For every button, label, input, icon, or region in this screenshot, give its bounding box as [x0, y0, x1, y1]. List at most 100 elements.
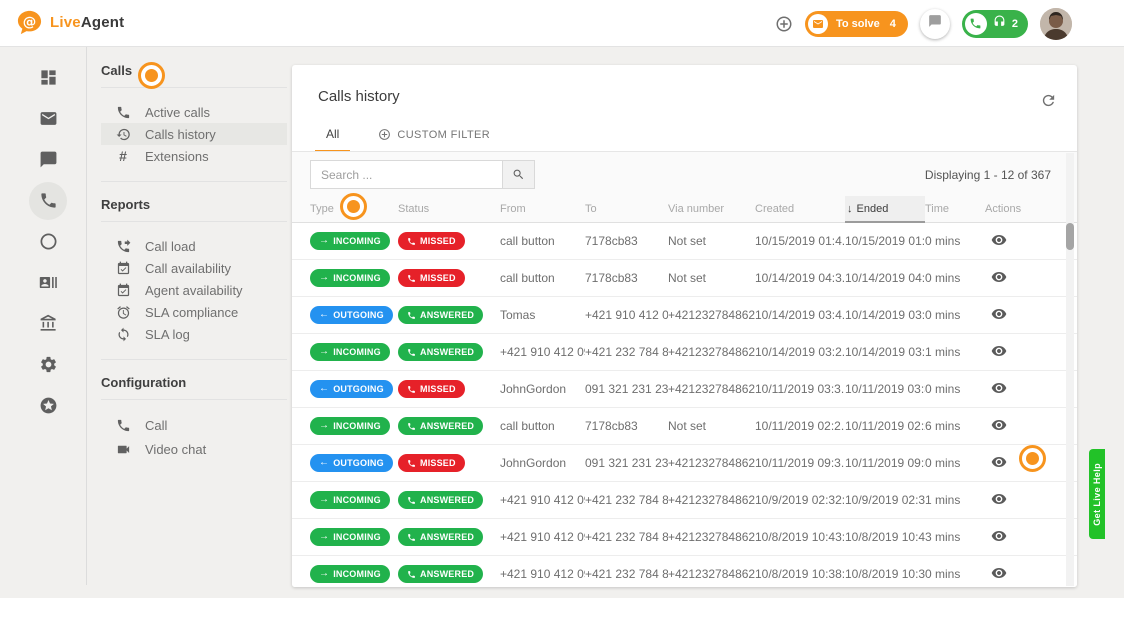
table-row[interactable]: →INCOMINGANSWERED+421 910 412 090+421 23…	[292, 334, 1077, 371]
search-button[interactable]	[503, 160, 535, 189]
active-calls-pill[interactable]: 2	[962, 10, 1028, 38]
cell-ended: 10/14/2019 03:2...	[845, 345, 925, 359]
cell-from: +421 910 412 090	[500, 493, 585, 507]
sidebar-item-label: Call	[145, 418, 167, 433]
chat-bubble-icon	[928, 14, 942, 33]
rail-bank-icon[interactable]	[28, 303, 68, 344]
hash-icon: #	[115, 148, 131, 164]
sidebar-item-call-availability[interactable]: Call availability	[101, 257, 287, 279]
annotation-marker-type-column	[340, 193, 367, 220]
search-input[interactable]	[310, 160, 503, 189]
table-row[interactable]: ←OUTGOINGMISSEDJohnGordon091 321 231 231…	[292, 445, 1077, 482]
rail-contacts-icon[interactable]	[28, 262, 68, 303]
table-row[interactable]: →INCOMINGANSWERED+421 910 412 090+421 23…	[292, 482, 1077, 519]
column-from[interactable]: From	[500, 203, 585, 215]
view-call-eye-icon[interactable]	[991, 533, 1007, 547]
view-call-eye-icon[interactable]	[991, 459, 1007, 473]
user-avatar[interactable]	[1040, 8, 1072, 40]
rail-settings-icon[interactable]	[28, 344, 68, 385]
table-row[interactable]: →INCOMINGMISSEDcall button7178cb83Not se…	[292, 260, 1077, 297]
arrow-left-icon: ←	[319, 310, 329, 320]
view-call-eye-icon[interactable]	[991, 348, 1007, 362]
cell-ended: 10/8/2019 10:47:...	[845, 530, 925, 544]
to-solve-button[interactable]: To solve 4	[805, 11, 908, 37]
sidebar-item-extensions[interactable]: #Extensions	[101, 145, 287, 167]
arrow-right-icon: →	[319, 273, 329, 283]
svg-text:@: @	[23, 14, 37, 30]
column-created[interactable]: Created	[755, 203, 845, 215]
scrollbar-thumb[interactable]	[1066, 223, 1074, 250]
sidebar-item-calls-history[interactable]: Calls history	[101, 123, 287, 145]
phone-icon	[965, 13, 987, 35]
view-call-eye-icon[interactable]	[991, 570, 1007, 584]
cell-from: call button	[500, 271, 585, 285]
sidebar-item-call-load[interactable]: Call load	[101, 235, 287, 257]
rail-dashboard-icon[interactable]	[28, 57, 68, 98]
column-status[interactable]: Status	[398, 203, 500, 215]
view-call-eye-icon[interactable]	[991, 496, 1007, 510]
sidebar-item-sla-compliance[interactable]: SLA compliance	[101, 301, 287, 323]
brand-text: LiveAgent	[50, 14, 124, 31]
videocam-icon	[115, 442, 131, 457]
sidebar-item-video-chat[interactable]: Video chat	[101, 437, 287, 461]
sidebar-item-call[interactable]: Call	[101, 413, 287, 437]
cell-to: +421 232 784 862	[585, 345, 668, 359]
phone-icon	[407, 311, 416, 320]
cell-ended: 10/14/2019 04:3...	[845, 271, 925, 285]
arrow-right-icon: →	[319, 347, 329, 357]
cell-from: Tomas	[500, 308, 585, 322]
answered-badge: ANSWERED	[398, 565, 483, 583]
cell-via-number: +421232784862	[668, 456, 755, 470]
column-ended-sorted[interactable]: ↓Ended	[845, 196, 925, 223]
get-live-help-tab[interactable]: Get Live Help	[1089, 449, 1105, 539]
loop-icon	[115, 327, 131, 342]
view-call-eye-icon[interactable]	[991, 311, 1007, 325]
rail-chat-icon[interactable]	[28, 139, 68, 180]
view-call-eye-icon[interactable]	[991, 385, 1007, 399]
scrollbar-track[interactable]	[1066, 153, 1074, 586]
arrow-right-icon: →	[319, 569, 329, 579]
cell-created: 10/14/2019 03:4...	[755, 308, 845, 322]
table-row[interactable]: →INCOMINGANSWERED+421 910 412 090+421 23…	[292, 519, 1077, 556]
sidebar-heading-configuration: Configuration	[101, 373, 287, 399]
missed-badge: MISSED	[398, 232, 465, 250]
chat-button[interactable]	[920, 9, 950, 39]
table-row[interactable]: →INCOMINGANSWEREDcall button7178cb83Not …	[292, 408, 1077, 445]
headset-icon	[993, 15, 1006, 33]
refresh-icon[interactable]	[1040, 92, 1057, 109]
column-via-number[interactable]: Via number	[668, 203, 755, 215]
column-time[interactable]: Time	[925, 203, 985, 215]
cell-to: +421 232 784 862	[585, 530, 668, 544]
sidebar-item-agent-availability[interactable]: Agent availability	[101, 279, 287, 301]
event-icon	[115, 283, 131, 298]
sidebar-heading-reports: Reports	[101, 195, 287, 221]
cell-via-number: Not set	[668, 234, 755, 248]
sidebar-item-active-calls[interactable]: Active calls	[101, 101, 287, 123]
rail-phone-icon[interactable]	[28, 180, 68, 221]
rail-mail-icon[interactable]	[28, 98, 68, 139]
answered-badge: ANSWERED	[398, 343, 483, 361]
add-circle-icon[interactable]	[775, 15, 793, 33]
search-icon	[512, 168, 525, 181]
annotation-marker-view-action	[1019, 445, 1046, 472]
view-call-eye-icon[interactable]	[991, 237, 1007, 251]
phone-icon	[407, 385, 416, 394]
cell-ended: 10/14/2019 03:4...	[845, 308, 925, 322]
sidebar-item-sla-log[interactable]: SLA log	[101, 323, 287, 345]
table-row[interactable]: ←OUTGOINGMISSEDJohnGordon091 321 231 231…	[292, 371, 1077, 408]
arrow-right-icon: →	[319, 421, 329, 431]
sidebar-item-label: Call availability	[145, 261, 231, 276]
view-call-eye-icon[interactable]	[991, 422, 1007, 436]
table-row[interactable]: →INCOMINGANSWERED+421 910 412 090+421 23…	[292, 556, 1077, 587]
rail-stars-icon[interactable]	[28, 385, 68, 426]
incoming-badge: →INCOMING	[310, 491, 390, 509]
view-call-eye-icon[interactable]	[991, 274, 1007, 288]
divider	[101, 221, 287, 222]
table-row[interactable]: →INCOMINGMISSEDcall button7178cb83Not se…	[292, 223, 1077, 260]
table-row[interactable]: ←OUTGOINGANSWEREDTomas+421 910 412 090+4…	[292, 297, 1077, 334]
rail-circle-icon[interactable]	[28, 221, 68, 262]
column-to[interactable]: To	[585, 203, 668, 215]
tab-custom-filter[interactable]: CUSTOM FILTER	[367, 128, 501, 153]
divider	[101, 87, 287, 88]
tab-all[interactable]: All	[315, 127, 350, 153]
